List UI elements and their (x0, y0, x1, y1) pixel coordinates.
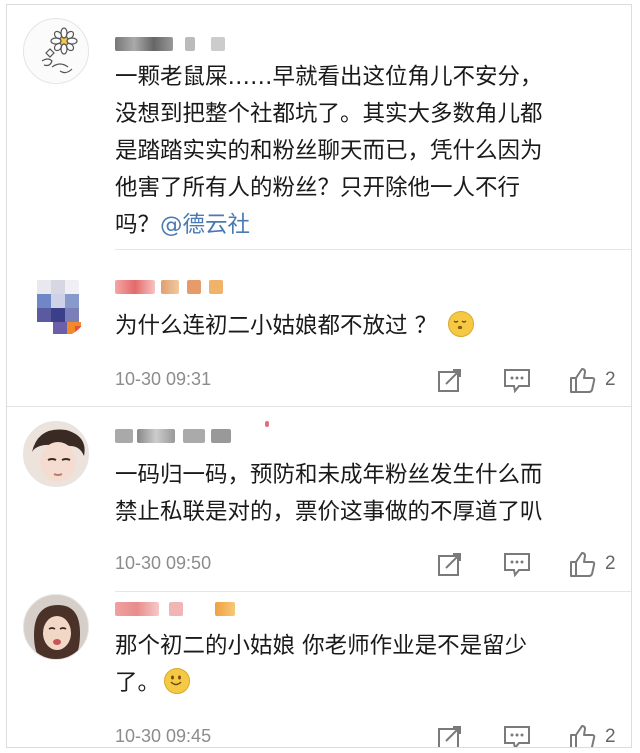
blurred-name-block (115, 37, 173, 51)
sleepy-face-emoji-icon (448, 311, 475, 337)
repost-button[interactable] (437, 722, 463, 747)
portrait-avatar-icon (24, 595, 88, 659)
avatar[interactable] (23, 272, 89, 338)
reply-button[interactable] (503, 722, 531, 747)
blurred-name-block (183, 429, 205, 443)
divider (115, 249, 631, 250)
pixelated-avatar-icon (37, 280, 83, 334)
mention-link[interactable]: @德云社 (160, 212, 250, 238)
repost-icon (438, 369, 461, 392)
blurred-name-block (115, 602, 159, 616)
comment-bubble-icon (504, 726, 530, 747)
timestamp: 10-30 09:50 (115, 553, 212, 573)
comment-meta: 10-30 09:50 2 (115, 549, 625, 579)
thumbs-up-icon (570, 725, 596, 747)
avatar[interactable] (23, 421, 89, 487)
blurred-name-block (115, 429, 133, 443)
blurred-name-block (265, 421, 269, 427)
avatar[interactable] (23, 594, 89, 660)
blurred-name-block (211, 429, 231, 443)
repost-icon (438, 553, 461, 576)
blurred-name-block (211, 37, 225, 51)
comment-bubble-icon (504, 553, 530, 577)
username[interactable] (115, 421, 269, 447)
blurred-name-block (137, 429, 175, 443)
flower-sketch-avatar-icon (41, 27, 78, 74)
repost-button[interactable] (437, 549, 463, 579)
blurred-name-block (187, 280, 201, 294)
like-button[interactable]: 2 (569, 722, 616, 747)
avatar[interactable] (23, 18, 89, 84)
reply-button[interactable] (503, 365, 531, 395)
comment-meta: 10-30 09:31 2 (115, 365, 625, 395)
smiley-face-emoji-icon (164, 668, 191, 694)
thumbs-up-icon (570, 552, 596, 577)
repost-button[interactable] (437, 365, 463, 395)
divider (7, 406, 631, 407)
blurred-name-block (209, 280, 223, 294)
like-button[interactable]: 2 (569, 365, 616, 395)
reply-button[interactable] (503, 549, 531, 579)
comment-meta: 10-30 09:45 2 (115, 722, 625, 747)
like-button[interactable]: 2 (569, 549, 616, 579)
divider (115, 591, 631, 592)
username[interactable] (115, 598, 245, 620)
comment-bubble-icon (504, 369, 530, 393)
comment-list: 一颗老鼠屎……早就看出这位角儿不安分， 没想到把整个社都坑了。其实大多数角儿都 … (6, 4, 632, 748)
timestamp: 10-30 09:31 (115, 369, 212, 389)
comment-text: 一码归一码，预防和未成年粉丝发生什么而 禁止私联是对的，票价这事做的不厚道了叭 (115, 462, 543, 525)
comment-text: 一颗老鼠屎……早就看出这位角儿不安分， 没想到把整个社都坑了。其实大多数角儿都 … (115, 64, 543, 238)
blurred-name-block (215, 602, 235, 616)
comment-text: 为什么连初二小姑娘都不放过 ？ (115, 308, 625, 345)
blurred-name-block (169, 602, 183, 616)
like-count: 2 (605, 369, 616, 390)
portrait-avatar-icon (24, 422, 88, 486)
comment-text: 那个初二的小姑娘 你老师作业是不是留少 了。 (115, 633, 528, 696)
like-count: 2 (605, 726, 616, 747)
username[interactable] (115, 33, 245, 55)
username[interactable] (115, 276, 245, 298)
thumbs-up-icon (570, 368, 596, 393)
timestamp: 10-30 09:45 (115, 726, 212, 746)
blurred-name-block (161, 280, 179, 294)
like-count: 2 (605, 553, 616, 574)
repost-icon (438, 726, 461, 747)
blurred-name-block (185, 37, 195, 51)
blurred-name-block (115, 280, 155, 294)
